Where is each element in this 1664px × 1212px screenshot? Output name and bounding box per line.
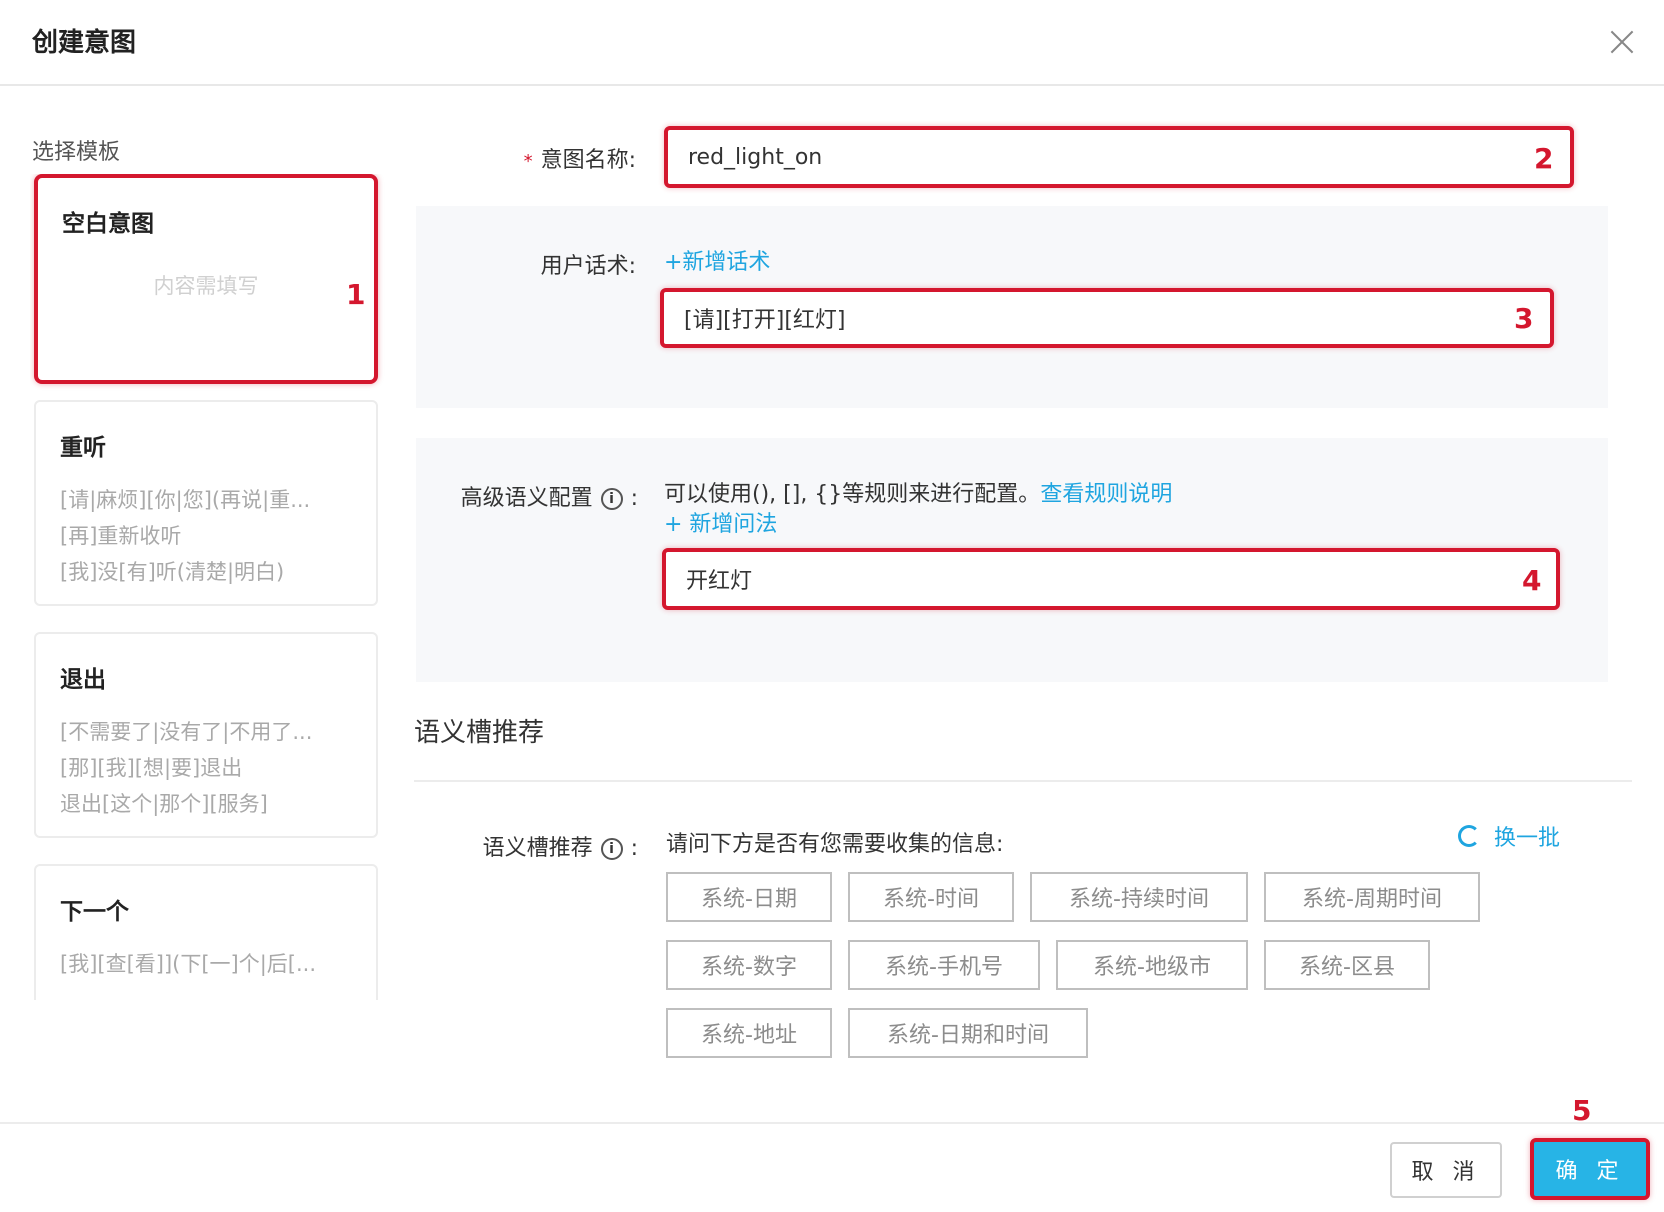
annotation-2: 2 xyxy=(1534,142,1554,175)
template-title: 退出 xyxy=(60,667,106,693)
template-placeholder: 内容需填写 xyxy=(153,274,259,298)
close-icon[interactable] xyxy=(1606,26,1638,58)
refresh-button[interactable]: 换一批 xyxy=(1458,820,1560,852)
annotation-4: 4 xyxy=(1522,564,1542,597)
template-title: 空白意图 xyxy=(62,211,154,237)
slot-tag[interactable]: 系统-持续时间 xyxy=(1030,872,1248,922)
template-heading: 选择模板 xyxy=(32,140,121,165)
utterance-input[interactable]: [请][打开][红灯] xyxy=(660,288,1554,348)
advanced-config-input[interactable]: 开红灯 xyxy=(662,548,1560,610)
annotation-5: 5 xyxy=(1572,1094,1592,1127)
label-colon: : xyxy=(630,836,638,861)
slot-tag[interactable]: 系统-手机号 xyxy=(848,940,1040,990)
label-colon: : xyxy=(630,486,638,511)
annotation-3: 3 xyxy=(1514,302,1534,335)
slot-question: 请问下方是否有您需要收集的信息: xyxy=(666,832,1004,857)
slot-label-text: 语义槽推荐 xyxy=(482,836,593,861)
advanced-config-value: 开红灯 xyxy=(686,569,753,594)
template-example: [我][查[看]](下[一]个|后[... xyxy=(60,952,317,976)
advanced-config-label-text: 高级语义配置 xyxy=(460,486,593,511)
template-card-repeat[interactable]: 重听 [请|麻烦][你|您](再说|重... [再]重新收听 [我]没[有]听(… xyxy=(34,400,378,606)
confirm-button[interactable]: 确 定 xyxy=(1530,1138,1650,1200)
annotation-1: 1 xyxy=(346,278,366,311)
intent-name-input[interactable]: red_light_on xyxy=(664,126,1574,188)
dialog-title: 创建意图 xyxy=(32,28,137,58)
add-utterance-link[interactable]: +新增话术 xyxy=(664,244,770,276)
template-example: [那][我][想|要]退出 xyxy=(60,756,243,780)
footer-divider xyxy=(0,1122,1664,1124)
slot-tag[interactable]: 系统-地址 xyxy=(666,1008,832,1058)
template-example: [请|麻烦][你|您](再说|重... xyxy=(60,488,311,512)
template-card-blank[interactable]: 空白意图 内容需填写 xyxy=(34,174,378,384)
slot-tag[interactable]: 系统-区县 xyxy=(1264,940,1430,990)
advanced-config-hint: 可以使用(), [], {}等规则来进行配置。查看规则说明 xyxy=(664,476,1172,508)
template-card-exit[interactable]: 退出 [不需要了|没有了|不用了... [那][我][想|要]退出 退出[这个|… xyxy=(34,632,378,838)
template-list: 空白意图 内容需填写 重听 [请|麻烦][你|您](再说|重... [再]重新收… xyxy=(30,174,386,1000)
template-example: [我]没[有]听(清楚|明白) xyxy=(60,560,285,584)
refresh-label: 换一批 xyxy=(1494,826,1561,851)
slot-tag[interactable]: 系统-周期时间 xyxy=(1264,872,1480,922)
slot-tag[interactable]: 系统-日期 xyxy=(666,872,832,922)
add-question-link[interactable]: + 新增问法 xyxy=(664,506,777,538)
section-divider xyxy=(414,780,1632,782)
slot-tag[interactable]: 系统-数字 xyxy=(666,940,832,990)
slot-label: 语义槽推荐 i: xyxy=(376,830,638,862)
intent-name-label-text: 意图名称: xyxy=(540,148,636,173)
info-icon[interactable]: i xyxy=(600,488,623,510)
view-rules-link[interactable]: 查看规则说明 xyxy=(1040,482,1172,507)
intent-name-value: red_light_on xyxy=(688,144,823,170)
intent-name-label: * 意图名称: xyxy=(376,142,636,174)
info-icon[interactable]: i xyxy=(600,838,623,860)
advanced-config-hint-text: 可以使用(), [], {}等规则来进行配置。 xyxy=(664,482,1041,507)
template-example: 退出[这个|那个][服务] xyxy=(60,792,268,816)
utterance-label: 用户话术: xyxy=(540,254,636,279)
slot-tag[interactable]: 系统-日期和时间 xyxy=(848,1008,1088,1058)
dialog-header: 创建意图 xyxy=(0,0,1664,86)
slot-section-title: 语义槽推荐 xyxy=(414,718,545,748)
advanced-config-label: 高级语义配置 i: xyxy=(376,480,638,512)
required-mark: * xyxy=(523,150,533,172)
template-example: [再]重新收听 xyxy=(60,524,182,548)
refresh-icon xyxy=(1458,825,1480,847)
template-title: 下一个 xyxy=(60,899,129,925)
template-example: [不需要了|没有了|不用了... xyxy=(60,720,313,744)
template-card-next[interactable]: 下一个 [我][查[看]](下[一]个|后[... xyxy=(34,864,378,1000)
template-title: 重听 xyxy=(60,435,106,461)
cancel-button[interactable]: 取 消 xyxy=(1390,1142,1502,1198)
slot-tag[interactable]: 系统-地级市 xyxy=(1056,940,1248,990)
utterance-value: [请][打开][红灯] xyxy=(684,308,846,333)
slot-tag[interactable]: 系统-时间 xyxy=(848,872,1014,922)
